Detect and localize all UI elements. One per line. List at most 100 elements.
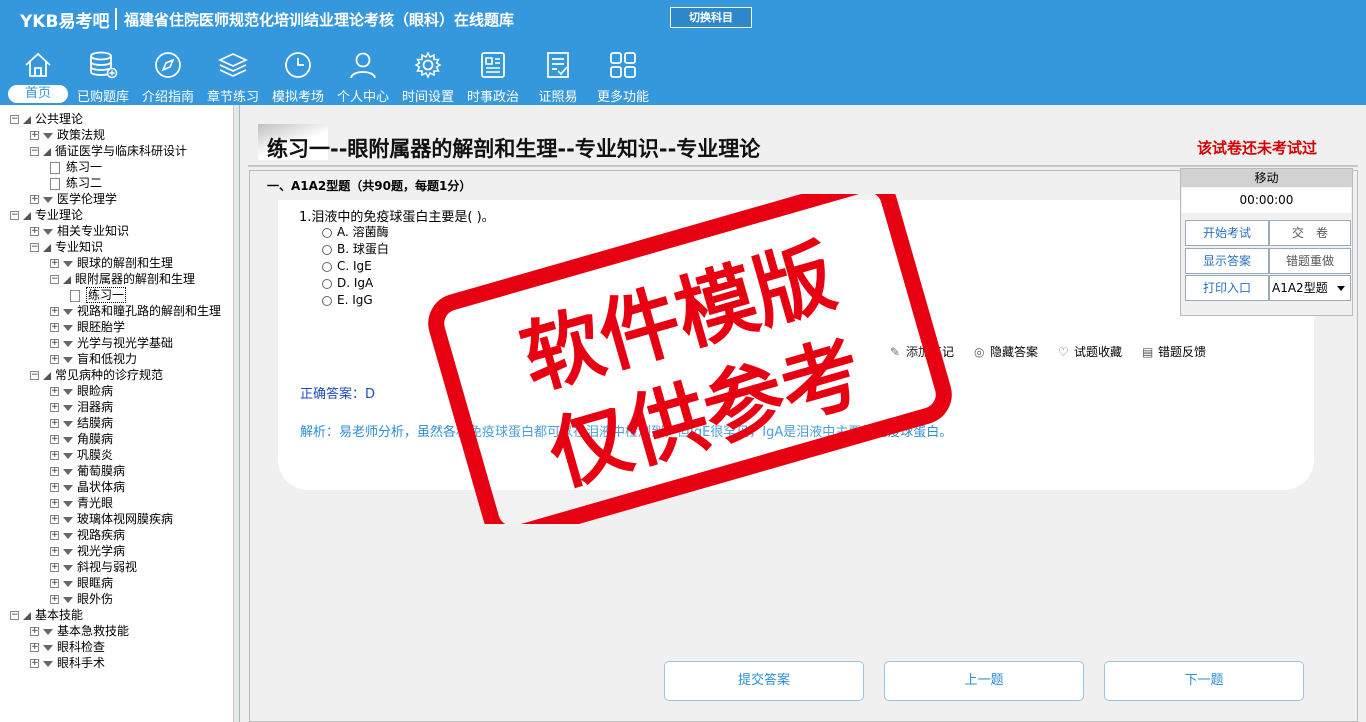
nav-more[interactable]: 更多功能	[593, 46, 653, 105]
tree-node[interactable]: − 专业知识	[30, 239, 103, 255]
tree-node[interactable]: − 循证医学与临床科研设计	[30, 143, 187, 159]
expand-toggle-icon[interactable]: +	[50, 451, 59, 460]
expand-toggle-icon[interactable]: −	[30, 243, 39, 252]
favorite-button[interactable]: ♡ 试题收藏	[1058, 343, 1122, 360]
radio-e[interactable]	[322, 295, 332, 306]
expand-toggle-icon[interactable]: +	[50, 595, 59, 604]
expand-toggle-icon[interactable]: +	[50, 579, 59, 588]
question-type-select[interactable]: A1A2型题	[1269, 275, 1351, 301]
expand-toggle-icon[interactable]: +	[50, 563, 59, 572]
expand-toggle-icon[interactable]: −	[30, 147, 39, 156]
tree-node[interactable]: + 眼科检查	[30, 639, 105, 655]
tree-node[interactable]: + 基本急救技能	[30, 623, 129, 639]
expand-toggle-icon[interactable]: +	[50, 435, 59, 444]
tree-node[interactable]: + 巩膜炎	[50, 447, 113, 463]
tree-node[interactable]: − 基本技能	[10, 607, 83, 623]
tree-node[interactable]: + 视光学病	[50, 543, 125, 559]
print-button[interactable]: 打印入口	[1185, 275, 1269, 301]
expand-toggle-icon[interactable]: −	[10, 611, 19, 620]
tree-node[interactable]: + 视路和瞳孔路的解剖和生理	[50, 303, 221, 319]
tree-node[interactable]: + 视路疾病	[50, 527, 125, 543]
expand-toggle-icon[interactable]: +	[30, 659, 39, 668]
add-note-button[interactable]: ✎ 添加笔记	[890, 343, 954, 360]
radio-d[interactable]	[322, 278, 332, 289]
nav-chapter[interactable]: 章节练习	[203, 46, 263, 105]
option-b[interactable]: B. 球蛋白	[322, 241, 389, 258]
option-a[interactable]: A. 溶菌酶	[322, 224, 389, 241]
tree-node[interactable]: + 眼科手术	[30, 655, 105, 671]
radio-a[interactable]	[322, 227, 332, 238]
tree-node[interactable]: + 青光眼	[50, 495, 113, 511]
expand-toggle-icon[interactable]: +	[50, 515, 59, 524]
expand-toggle-icon[interactable]: +	[50, 547, 59, 556]
tree-node[interactable]: + 泪器病	[50, 399, 113, 415]
expand-toggle-icon[interactable]: −	[10, 115, 19, 124]
start-exam-button[interactable]: 开始考试	[1185, 220, 1269, 246]
expand-toggle-icon[interactable]: +	[30, 627, 39, 636]
tree-node[interactable]: + 相关专业知识	[30, 223, 129, 239]
nav-profile[interactable]: 个人中心	[333, 46, 393, 105]
tree-node[interactable]: + 政策法规	[30, 127, 105, 143]
nav-time-settings[interactable]: 时间设置	[398, 46, 458, 105]
tree-node[interactable]: − 公共理论	[10, 111, 83, 127]
sidebar-scrollbar[interactable]	[233, 105, 239, 722]
tree-leaf[interactable]: 练习二	[50, 175, 102, 191]
option-e[interactable]: E. IgG	[322, 292, 373, 309]
tree-node[interactable]: + 眼球的解剖和生理	[50, 255, 173, 271]
next-question-button[interactable]: 下一题	[1104, 661, 1304, 701]
tree-node[interactable]: − 常见病种的诊疗规范	[30, 367, 163, 383]
option-d[interactable]: D. IgA	[322, 275, 373, 292]
tree-leaf[interactable]: 练习一	[50, 159, 102, 175]
tree-node[interactable]: + 眼眶病	[50, 575, 113, 591]
switch-subject-button[interactable]: 切换科目	[670, 7, 752, 28]
tree-node[interactable]: − 眼附属器的解剖和生理	[50, 271, 195, 287]
expand-toggle-icon[interactable]: +	[50, 419, 59, 428]
tree-node[interactable]: + 盲和低视力	[50, 351, 137, 367]
redo-wrong-button[interactable]: 错题重做	[1269, 248, 1351, 274]
expand-toggle-icon[interactable]: +	[30, 227, 39, 236]
nav-purchased[interactable]: 已购题库	[73, 46, 133, 105]
hide-answer-button[interactable]: ◎ 隐藏答案	[974, 343, 1038, 360]
tree-node[interactable]: + 光学与视光学基础	[50, 335, 173, 351]
submit-answer-button[interactable]: 提交答案	[664, 661, 864, 701]
tree-node[interactable]: − 专业理论	[10, 207, 83, 223]
tree-node[interactable]: + 眼外伤	[50, 591, 113, 607]
tree-node[interactable]: + 角膜病	[50, 431, 113, 447]
prev-question-button[interactable]: 上一题	[884, 661, 1084, 701]
tree-node[interactable]: + 晶状体病	[50, 479, 125, 495]
nav-politics[interactable]: 时事政治	[463, 46, 523, 105]
expand-toggle-icon[interactable]: +	[30, 195, 39, 204]
radio-b[interactable]	[322, 244, 332, 255]
nav-mock-exam[interactable]: 模拟考场	[268, 46, 328, 105]
show-answer-button[interactable]: 显示答案	[1185, 248, 1269, 274]
expand-toggle-icon[interactable]: +	[50, 339, 59, 348]
nav-home[interactable]: 首页	[8, 46, 68, 104]
submit-paper-button[interactable]: 交 卷	[1269, 220, 1351, 246]
expand-toggle-icon[interactable]: −	[50, 275, 59, 284]
panel-move-handle[interactable]: 移动	[1181, 169, 1352, 187]
expand-toggle-icon[interactable]: +	[50, 403, 59, 412]
tree-leaf[interactable]: 练习一	[70, 287, 127, 303]
nav-guide[interactable]: 介绍指南	[138, 46, 198, 105]
nav-certificate[interactable]: 证照易	[528, 46, 588, 105]
expand-toggle-icon[interactable]: +	[30, 131, 39, 140]
tree-node[interactable]: + 结膜病	[50, 415, 113, 431]
expand-toggle-icon[interactable]: +	[50, 259, 59, 268]
expand-toggle-icon[interactable]: +	[50, 531, 59, 540]
expand-toggle-icon[interactable]: +	[50, 467, 59, 476]
radio-c[interactable]	[322, 261, 332, 272]
expand-toggle-icon[interactable]: +	[50, 387, 59, 396]
feedback-button[interactable]: ▤ 错题反馈	[1142, 343, 1206, 360]
expand-toggle-icon[interactable]: +	[30, 643, 39, 652]
expand-toggle-icon[interactable]: +	[50, 355, 59, 364]
expand-toggle-icon[interactable]: +	[50, 499, 59, 508]
expand-toggle-icon[interactable]: +	[50, 323, 59, 332]
tree-node[interactable]: + 眼睑病	[50, 383, 113, 399]
tree-node[interactable]: + 葡萄膜病	[50, 463, 125, 479]
tree-node[interactable]: + 斜视与弱视	[50, 559, 137, 575]
option-c[interactable]: C. IgE	[322, 258, 372, 275]
expand-toggle-icon[interactable]: +	[50, 307, 59, 316]
tree-node[interactable]: + 医学伦理学	[30, 191, 117, 207]
expand-toggle-icon[interactable]: −	[30, 371, 39, 380]
tree-node[interactable]: + 玻璃体视网膜疾病	[50, 511, 173, 527]
